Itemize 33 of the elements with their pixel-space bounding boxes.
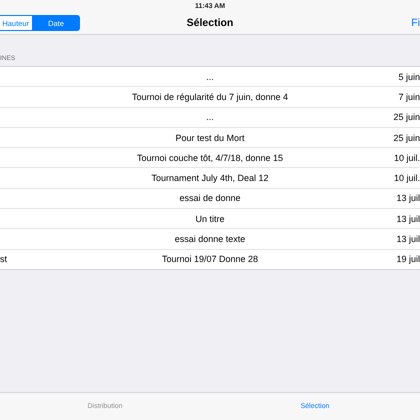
row-title: Tournoi 19/07 Donne 28 — [162, 254, 258, 264]
row-title: Tournament July 4th, Deal 12 — [151, 173, 269, 184]
row-title: Tournoi couche tôt, 4/7/18, donne 15 — [136, 152, 284, 163]
list-row[interactable]: Tournoi de régularité du 7 juin, donne 4 7 juin — [0, 86, 420, 107]
list-row[interactable]: essai de donne 13 juil — [0, 188, 420, 208]
row-title: essai de donne — [179, 193, 241, 204]
list-row[interactable]: Un titre 13 juil — [0, 208, 420, 228]
row-date: 19 juil — [396, 254, 420, 264]
list-row[interactable]: Tournoi couche tôt, 4/7/18, donne 15 10 juil. — [0, 147, 420, 168]
row-date: 13 juil — [396, 193, 420, 204]
row-title: Pour test du Mort — [175, 132, 245, 143]
nav-button[interactable]: Fi — [411, 17, 420, 29]
row-date: 7 juin — [398, 92, 420, 102]
row-date: 10 juil. — [394, 152, 420, 163]
row-title: essai donne texte — [174, 234, 246, 244]
row-date: 25 juin — [393, 112, 420, 122]
row-date: 10 juil. — [394, 173, 420, 184]
list-row[interactable]: ... 25 juin — [0, 106, 420, 127]
nav-title: Sélection — [186, 17, 234, 29]
row-label: st — [0, 254, 8, 264]
row-date: 5 juin — [398, 72, 420, 82]
list-row[interactable]: essai donne texte 13 juil — [0, 228, 420, 249]
row-title: Un titre — [195, 214, 224, 224]
row-date: 13 juil — [396, 214, 420, 224]
row-date: 13 juil — [396, 234, 420, 244]
list-row[interactable]: Tournament July 4th, Deal 12 10 juil. — [0, 167, 420, 188]
row-title: ... — [206, 72, 214, 82]
row-title: Tournoi de régularité du 7 juin, donne 4 — [132, 92, 288, 102]
list-row[interactable]: Pour test du Mort 25 juin — [0, 126, 420, 148]
list-row[interactable]: ... 5 juin — [0, 67, 420, 86]
row-title: ... — [206, 112, 214, 122]
list-row[interactable]: st Tournoi 19/07 Donne 28 19 juil — [0, 248, 420, 269]
row-date: 25 juin — [393, 132, 420, 143]
